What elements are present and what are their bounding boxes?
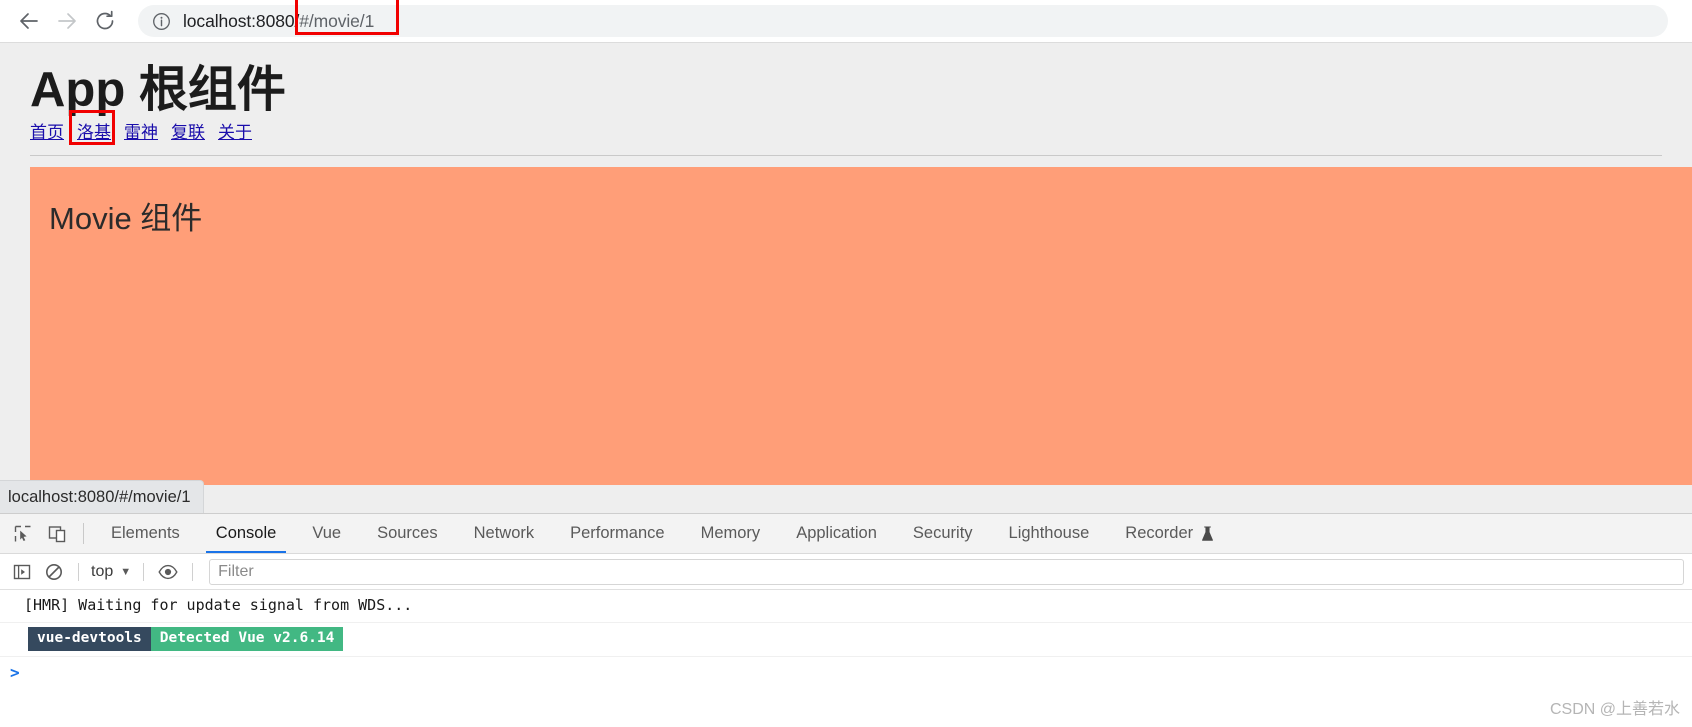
- device-toggle-icon: [48, 525, 66, 542]
- tab-security[interactable]: Security: [895, 514, 991, 553]
- clear-console-icon: [46, 563, 62, 580]
- url-hash: #/movie/1: [299, 10, 375, 31]
- chevron-down-icon: ▼: [120, 565, 132, 578]
- movie-component-title: Movie 组件: [49, 201, 203, 237]
- nav-link-home[interactable]: 首页: [30, 124, 64, 141]
- console-message-hmr: [HMR] Waiting for update signal from WDS…: [0, 590, 1692, 623]
- sidebar-panel-icon: [13, 564, 31, 579]
- browser-toolbar: localhost:8080/ #/movie/1: [0, 0, 1692, 43]
- vue-devtools-badge-right: Detected Vue v2.6.14: [150, 626, 344, 652]
- vue-devtools-badge-left: vue-devtools: [28, 626, 151, 652]
- tab-memory[interactable]: Memory: [683, 514, 779, 553]
- inspect-element-button[interactable]: [6, 514, 40, 553]
- tab-elements[interactable]: Elements: [93, 514, 198, 553]
- tab-vue[interactable]: Vue: [294, 514, 359, 553]
- url-hash-wrap: #/movie/1: [295, 0, 400, 35]
- toolbar-divider: [83, 523, 84, 544]
- page-viewport: App 根组件 首页 洛基 雷神 复联 关于 Movie 组件 localhos…: [0, 43, 1692, 513]
- forward-arrow-icon: [58, 13, 76, 29]
- console-filter-placeholder: Filter: [218, 562, 254, 580]
- eye-icon: [158, 564, 178, 579]
- nav-link-thor[interactable]: 雷神: [124, 124, 158, 141]
- clear-console-button[interactable]: [38, 558, 70, 586]
- router-nav: 首页 洛基 雷神 复联 关于: [0, 110, 1692, 146]
- page-title: App 根组件: [30, 63, 286, 117]
- forward-button[interactable]: [48, 2, 86, 40]
- address-bar-text: localhost:8080/ #/movie/1: [183, 0, 400, 35]
- reload-button[interactable]: [86, 2, 124, 40]
- back-arrow-icon: [20, 13, 38, 29]
- tab-recorder[interactable]: Recorder: [1107, 514, 1232, 553]
- console-output: [HMR] Waiting for update signal from WDS…: [0, 590, 1692, 727]
- url-host: localhost:8080/: [183, 10, 300, 31]
- console-context-selector[interactable]: top ▼: [87, 563, 135, 581]
- devtools-panel: Elements Console Vue Sources Network Per…: [0, 513, 1692, 727]
- console-toolbar-divider-1: [78, 562, 79, 581]
- divider: [30, 155, 1662, 157]
- live-expression-button[interactable]: [152, 558, 184, 586]
- console-toolbar-divider-3: [192, 562, 194, 581]
- site-info-icon[interactable]: [152, 12, 171, 31]
- back-button[interactable]: [10, 2, 48, 40]
- nav-link-avengers[interactable]: 复联: [171, 124, 205, 141]
- device-toolbar-button[interactable]: [40, 514, 74, 553]
- console-message-vue-devtools: vue-devtools Detected Vue v2.6.14: [0, 623, 1692, 658]
- tab-performance[interactable]: Performance: [552, 514, 682, 553]
- watermark: CSDN @上善若水: [1549, 701, 1680, 718]
- console-prompt-caret: >: [10, 663, 20, 683]
- nav-link-about[interactable]: 关于: [218, 124, 252, 141]
- status-bar-url: localhost:8080/#/movie/1: [0, 480, 204, 513]
- console-filter-input[interactable]: Filter: [209, 558, 1684, 585]
- nav-link-loki-wrap: 洛基: [69, 110, 115, 146]
- tab-console[interactable]: Console: [198, 514, 295, 553]
- inspect-cursor-icon: [14, 525, 31, 541]
- movie-component-panel: Movie 组件: [30, 167, 1692, 486]
- nav-link-loki[interactable]: 洛基: [77, 123, 111, 142]
- console-toolbar: top ▼ Filter: [0, 554, 1692, 590]
- tab-network[interactable]: Network: [456, 514, 553, 553]
- tab-lighthouse[interactable]: Lighthouse: [991, 514, 1108, 553]
- devtools-tabbar: Elements Console Vue Sources Network Per…: [0, 514, 1692, 554]
- console-prompt[interactable]: >: [0, 657, 1692, 682]
- tab-sources[interactable]: Sources: [359, 514, 456, 553]
- experiment-flask-icon: [1201, 525, 1214, 542]
- console-sidebar-toggle-button[interactable]: [6, 558, 38, 586]
- reload-icon: [96, 10, 114, 30]
- console-context-label: top: [91, 562, 114, 580]
- tab-recorder-label: Recorder: [1125, 524, 1194, 542]
- console-toolbar-divider-2: [143, 562, 145, 581]
- address-bar[interactable]: localhost:8080/ #/movie/1: [138, 0, 1668, 37]
- tab-application[interactable]: Application: [778, 514, 895, 553]
